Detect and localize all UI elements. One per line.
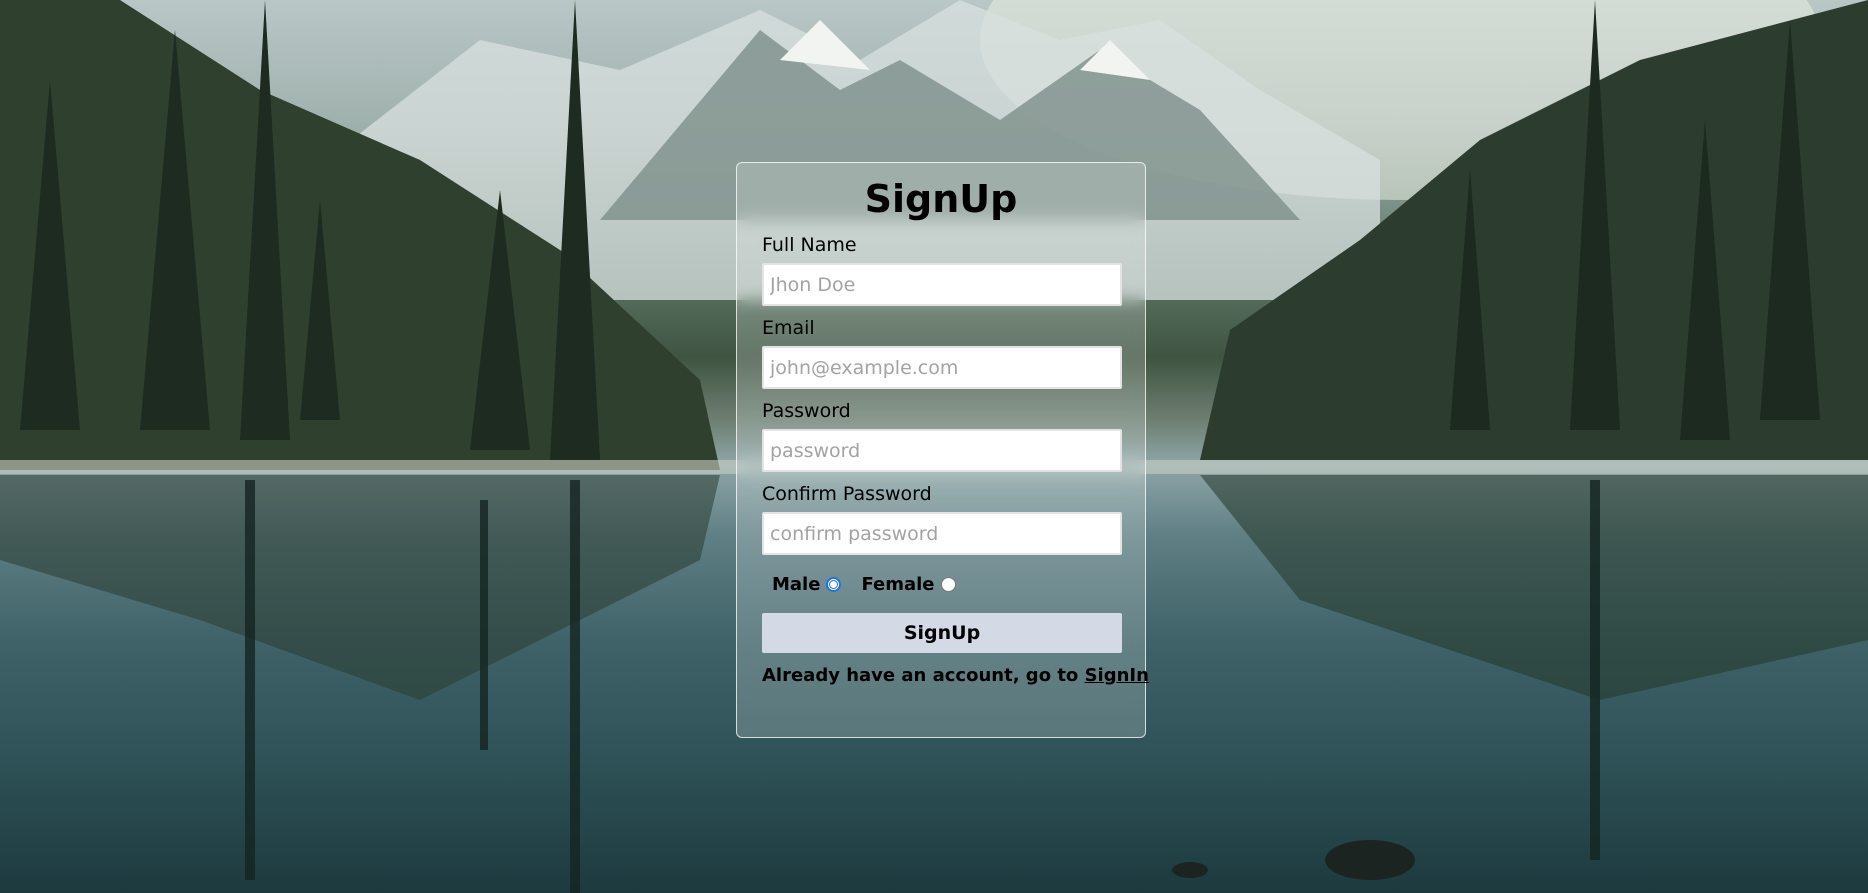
confirm-password-label: Confirm Password bbox=[762, 483, 932, 505]
signup-form-card: SignUp Full Name Email Password Confirm … bbox=[736, 162, 1149, 738]
signin-prompt: Already have an account, go to SignIn bbox=[762, 665, 1149, 686]
password-label: Password bbox=[762, 400, 851, 422]
gender-radio-group: Male Female bbox=[772, 569, 1120, 599]
signin-link[interactable]: SignIn bbox=[1085, 665, 1149, 686]
full-name-input[interactable] bbox=[762, 263, 1122, 306]
page-title: SignUp bbox=[864, 177, 1018, 221]
signup-button[interactable]: SignUp bbox=[762, 613, 1122, 653]
gender-male-radio[interactable] bbox=[826, 576, 842, 592]
signin-prompt-text: Already have an account, go to bbox=[762, 665, 1085, 686]
password-input[interactable] bbox=[762, 429, 1122, 472]
gender-male-label: Male bbox=[772, 573, 821, 595]
email-label: Email bbox=[762, 317, 815, 339]
gender-female-radio[interactable] bbox=[940, 576, 956, 592]
confirm-password-input[interactable] bbox=[762, 512, 1122, 555]
email-input[interactable] bbox=[762, 346, 1122, 389]
gender-female-label: Female bbox=[861, 573, 935, 595]
full-name-label: Full Name bbox=[762, 234, 857, 256]
